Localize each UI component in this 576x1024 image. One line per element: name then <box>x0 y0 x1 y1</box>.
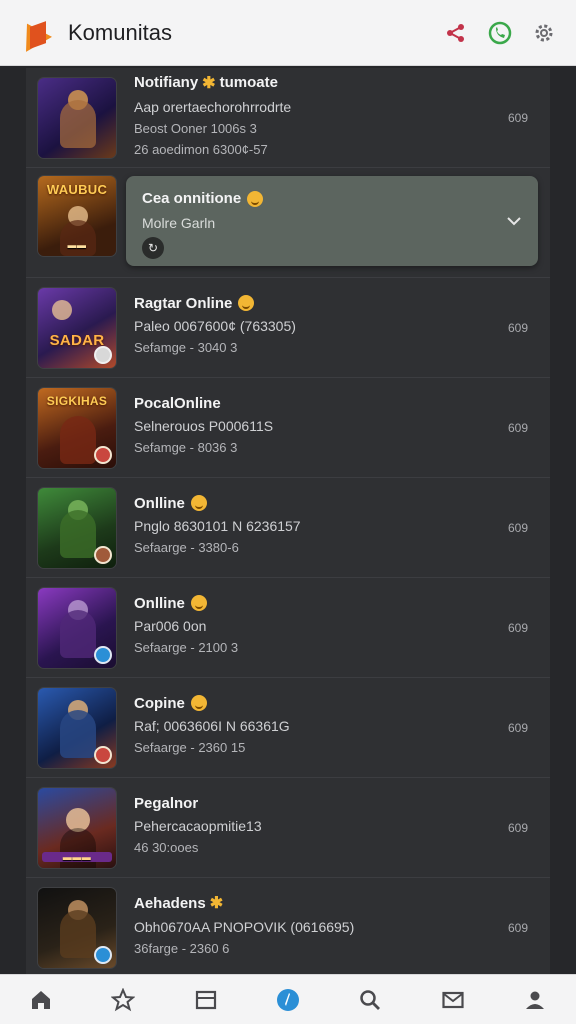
item-info: Notifiany ✱ tumoate Aap orertaechorohrrodr… <box>134 73 536 163</box>
profile-icon[interactable] <box>515 980 555 1020</box>
game-thumbnail: WAUBUC ▬▬ <box>38 176 116 256</box>
item-info: Copine Raf; 0063606I N 66361G Sefaarge -… <box>134 695 536 761</box>
item-info: Onlline Par006 0on Sefaarge - 2100 3 <box>134 595 536 661</box>
smiley-icon <box>190 695 207 711</box>
game-thumbnail <box>38 687 116 768</box>
smiley-icon <box>190 495 207 511</box>
list-item[interactable]: Onlline Pnglo 8630101 N 6236157 Sefaarge… <box>26 478 550 578</box>
item-info: PocalOnline Selnerouos P000611S Sefamge … <box>134 395 536 461</box>
page-title: Komunitas <box>68 19 172 45</box>
thumbnail-caption: ▬▬ <box>67 240 87 250</box>
item-name: Notifiany <box>134 74 199 91</box>
item-meta: 609 <box>507 620 528 635</box>
game-thumbnail <box>38 887 116 968</box>
list-item[interactable]: Copine Raf; 0063606I N 66361G Sefaarge -… <box>26 678 550 778</box>
item-name-suffix: tumoate <box>219 74 278 91</box>
compass-icon[interactable] <box>268 980 308 1020</box>
item-info: Ragtar Online Paleo 0067600¢ (763305) Se… <box>134 295 536 361</box>
item-name: Pegalnor <box>134 794 199 812</box>
badge-icon <box>94 645 112 664</box>
home-icon[interactable] <box>21 980 61 1020</box>
thumbnail-title: WAUBUC <box>46 182 108 197</box>
item-info: Onlline Pnglo 8630101 N 6236157 Sefaarge… <box>134 495 536 561</box>
item-name: Cea onnitione <box>142 190 242 207</box>
item-meta: 609 <box>507 110 528 125</box>
share-icon[interactable] <box>442 19 470 47</box>
badge-icon <box>94 545 112 564</box>
app-logo-icon <box>14 15 52 52</box>
list-item[interactable]: SADAR Ragtar Online Paleo 0067600¢ (7633… <box>26 278 550 378</box>
star-icon: ✱ <box>209 895 224 912</box>
item-meta: 609 <box>507 920 528 935</box>
top-app-bar: Komunitas <box>0 0 576 66</box>
item-detail: 26 aoedimon 6300¢-57 <box>134 141 268 157</box>
item-detail: Paleo 0067600¢ (763305) <box>134 317 296 334</box>
badge-icon <box>94 945 112 964</box>
game-thumbnail: SIGKIHAS <box>38 387 116 468</box>
item-name: Aehadens <box>134 894 206 912</box>
item-detail: Pehercacaopmitie13 <box>134 817 262 834</box>
settings-icon[interactable] <box>530 19 558 47</box>
mail-icon[interactable] <box>433 980 473 1020</box>
item-detail: Sefamge - 3040 3 <box>134 339 238 355</box>
item-detail: Sefaarge - 2360 15 <box>134 739 246 755</box>
game-thumbnail <box>38 77 116 158</box>
item-detail: Sefamge - 8036 3 <box>134 439 238 455</box>
item-info: Aehadens ✱ Obh0670AA PNOPOVIK (0616695) 3… <box>134 893 536 962</box>
expanded-panel: Cea onnitione Molre Garln ↻ <box>126 176 538 266</box>
item-detail: 36farge - 2360 6 <box>134 941 230 956</box>
item-detail: Sefaarge - 3380-6 <box>134 539 239 555</box>
link-icon[interactable]: ↻ <box>142 237 164 259</box>
list-item[interactable]: Onlline Par006 0on Sefaarge - 2100 3 609 <box>26 578 550 678</box>
item-detail: Selnerouos P000611S <box>134 417 274 434</box>
game-thumbnail <box>38 587 116 668</box>
list-item[interactable]: SIGKIHAS PocalOnline Selnerouos P000611S… <box>26 378 550 478</box>
smiley-icon <box>190 595 207 611</box>
item-detail: Beost Ooner 1006s 3 <box>134 120 257 136</box>
game-thumbnail <box>38 487 116 568</box>
item-meta: 609 <box>507 320 528 335</box>
star-icon[interactable] <box>103 980 143 1020</box>
news-icon[interactable] <box>186 980 226 1020</box>
bottom-navigation <box>0 974 576 1024</box>
item-detail: Pnglo 8630101 N 6236157 <box>134 517 301 534</box>
item-detail: Molre Garln <box>142 215 216 231</box>
chevron-down-icon[interactable] <box>506 214 522 232</box>
list-item-expanded[interactable]: WAUBUC ▬▬ Cea onnitione Molre Garln ↻ <box>26 168 550 278</box>
item-meta: 609 <box>507 420 528 435</box>
phone-icon[interactable] <box>486 19 514 47</box>
badge-icon <box>94 445 112 464</box>
list-item[interactable]: Notifiany ✱ tumoate Aap orertaechorohrrodr… <box>26 68 550 168</box>
game-thumbnail: ▬▬▬ <box>38 787 116 868</box>
smiley-icon <box>247 190 264 207</box>
list-item[interactable]: ▬▬▬ Pegalnor Pehercacaopmitie13 46 30:oo… <box>26 778 550 878</box>
community-list: Notifiany ✱ tumoate Aap orertaechorohrrodr… <box>26 68 550 974</box>
item-meta: 609 <box>507 820 528 835</box>
star-icon: ✱ <box>202 74 216 92</box>
item-detail: Obh0670AA PNOPOVIK (0616695) <box>134 919 355 935</box>
smiley-icon <box>238 295 255 311</box>
item-detail: Sefaarge - 2100 3 <box>134 639 239 655</box>
item-name: Copine <box>134 694 185 712</box>
item-detail: Par006 0on <box>134 617 207 634</box>
item-name: Ragtar Online <box>134 294 233 312</box>
item-name: Onlline <box>134 594 185 612</box>
item-name: PocalOnline <box>134 394 221 412</box>
game-thumbnail: SADAR <box>38 287 116 368</box>
thumbnail-caption: ▬▬▬ <box>42 851 112 862</box>
search-icon[interactable] <box>350 980 390 1020</box>
item-detail: 46 30:ooes <box>134 839 199 855</box>
item-name: Onlline <box>134 494 185 512</box>
item-detail: Aap orertaechorohrrodrte <box>134 98 292 115</box>
badge-icon <box>94 745 112 764</box>
list-item[interactable]: Aehadens ✱ Obh0670AA PNOPOVIK (0616695) 3… <box>26 878 550 974</box>
item-meta: 609 <box>507 520 528 535</box>
item-info: Pegalnor Pehercacaopmitie13 46 30:ooes <box>134 795 536 861</box>
item-detail: Raf; 0063606I N 66361G <box>134 717 290 734</box>
thumbnail-title: SIGKIHAS <box>46 393 108 408</box>
item-meta: 609 <box>507 720 528 735</box>
badge-icon <box>94 345 112 364</box>
